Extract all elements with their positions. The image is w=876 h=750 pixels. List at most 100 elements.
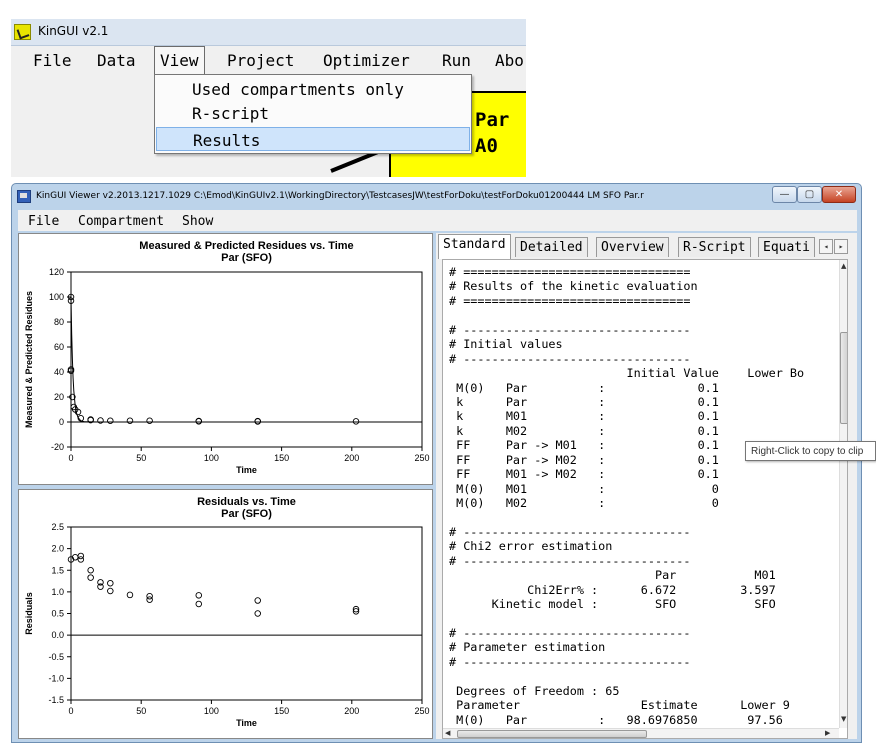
results-panel: Standard Detailed Overview R-Script Equa… [436,233,857,739]
menu-project[interactable]: Project [227,51,294,70]
scroll-up-icon[interactable]: ▲ [841,262,846,270]
residuals-vs-time-chart: Residuals vs. Time Par (SFO) -1.5 -1.0 -0.5 0… [18,489,433,739]
y-tick-label: 2.0 [51,544,64,554]
results-tabbar: Standard Detailed Overview R-Script Equa… [436,233,857,259]
results-line: Degrees of Freedom : 65 [449,683,620,698]
y-tick-label: 1.5 [51,565,64,575]
x-tick-label: 100 [204,706,219,716]
scroll-right-icon[interactable]: ▶ [825,729,830,737]
y-tick-label: 2.5 [51,522,64,532]
menu-file[interactable]: File [33,51,72,70]
y-tick-label: 0.5 [51,609,64,619]
x-tick-label: 150 [274,706,289,716]
results-line: FF M01 -> M02 : 0.1 [449,467,719,482]
residues-chart-svg: Measured & Predicted Residues vs. TimePa… [24,240,430,475]
scroll-down-icon[interactable]: ▼ [841,715,846,723]
data-point [107,417,114,424]
results-line: k M01 : 0.1 [449,409,719,424]
horizontal-scroll-thumb[interactable] [457,730,647,738]
results-line: Chi2Err% : 6.672 3.597 [449,582,776,597]
viewer-menu-file[interactable]: File [28,214,59,229]
results-line: # ================================ [449,265,691,279]
results-line: Par M01 [449,568,776,583]
data-point [254,597,261,604]
data-point [126,417,134,424]
results-line: M(0) M02 : 0 [449,496,719,510]
results-line: M(0) M01 : 0 [449,481,719,496]
plot-area-frame [70,526,423,701]
menu-view[interactable]: View [154,46,205,76]
data-point [107,579,114,587]
x-tick-label: 50 [136,453,146,463]
data-point [352,418,360,425]
vertical-scroll-thumb[interactable] [840,332,847,424]
y-tick-label: -1.5 [48,695,64,705]
tab-scroll-left-button[interactable]: ◂ [819,239,833,254]
menu-item-results[interactable]: Results [156,127,470,151]
viewer-menu-show[interactable]: Show [182,214,213,229]
menu-run[interactable]: Run [442,51,471,70]
tab-equations[interactable]: Equati [758,237,815,257]
kingui-window: KinGUI v2.1 File Data View Project Optim… [11,19,526,177]
vertical-scrollbar[interactable]: ▲ ▼ [839,260,847,728]
viewer-titlebar: KinGUI Viewer v2.2013.1217.1029 C:\Emod\… [12,184,861,208]
data-point [146,417,153,424]
y-tick-label: 100 [49,292,64,302]
x-tick-label: 50 [136,706,146,716]
menu-data[interactable]: Data [97,51,136,70]
data-point [126,591,134,599]
results-line: # Parameter estimation [449,640,606,655]
results-line: # -------------------------------- [449,322,691,337]
results-line: Kinetic model : SFO SFO [449,597,776,612]
scroll-left-icon[interactable]: ◀ [445,729,450,737]
view-dropdown-menu: Used compartments only R-script Results [154,74,472,154]
kingui-window-title: KinGUI v2.1 [38,24,109,38]
tab-overview[interactable]: Overview [596,237,669,257]
y-tick-label: -0.5 [48,652,64,662]
results-line: # Results of the kinetic evaluation [449,279,698,294]
viewer-menu-compartment[interactable]: Compartment [78,214,164,229]
close-button[interactable]: ✕ [822,186,856,203]
kingui-app-icon [14,24,31,40]
x-tick-label: 200 [344,453,359,463]
results-line: k M02 : 0.1 [449,423,719,438]
y-tick-label: 120 [49,267,64,277]
minimize-button[interactable]: — [772,186,797,203]
x-tick-label: 250 [414,706,429,716]
menu-optimizer[interactable]: Optimizer [323,51,410,70]
fitted-curve [70,298,422,423]
tab-r-script[interactable]: R-Script [678,237,751,257]
data-point [107,587,114,595]
data-point [77,556,85,563]
data-point [87,574,94,581]
tab-detailed[interactable]: Detailed [515,237,588,257]
menu-item-r-script[interactable]: R-script [156,101,470,125]
tab-standard[interactable]: Standard [438,234,511,259]
tab-scroll-right-button[interactable]: ▸ [834,239,848,254]
menu-item-used-compartments-only[interactable]: Used compartments only [156,77,470,101]
results-text-area[interactable]: # ================================ # Resu… [442,259,848,739]
data-point [195,592,203,599]
results-line: Parameter Estimate Lower 9 [449,698,790,713]
results-line [449,510,841,524]
results-line [449,612,841,626]
data-point [87,566,94,574]
y-tick-label: 1.0 [51,587,64,597]
menu-about[interactable]: Abo [495,51,524,70]
results-line: # -------------------------------- [449,553,691,568]
results-line: # Initial values [449,337,563,352]
results-line [449,308,841,322]
maximize-button[interactable]: ▢ [797,186,822,203]
data-point [195,418,203,425]
x-tick-label: 0 [68,706,73,716]
data-point [254,610,261,617]
chart-subtitle: Par (SFO) [221,508,272,520]
results-line: k Par : 0.1 [449,394,719,409]
y-tick-label: 0.0 [51,630,64,640]
x-axis-label: Time [236,718,257,728]
viewer-window-title: KinGUI Viewer v2.2013.1217.1029 C:\Emod\… [36,191,644,201]
horizontal-scrollbar[interactable]: ◀ ▶ [443,728,839,738]
results-line: # ================================ [449,293,691,308]
results-line [449,669,841,683]
results-line: Initial Value Lower Bo [449,366,805,381]
